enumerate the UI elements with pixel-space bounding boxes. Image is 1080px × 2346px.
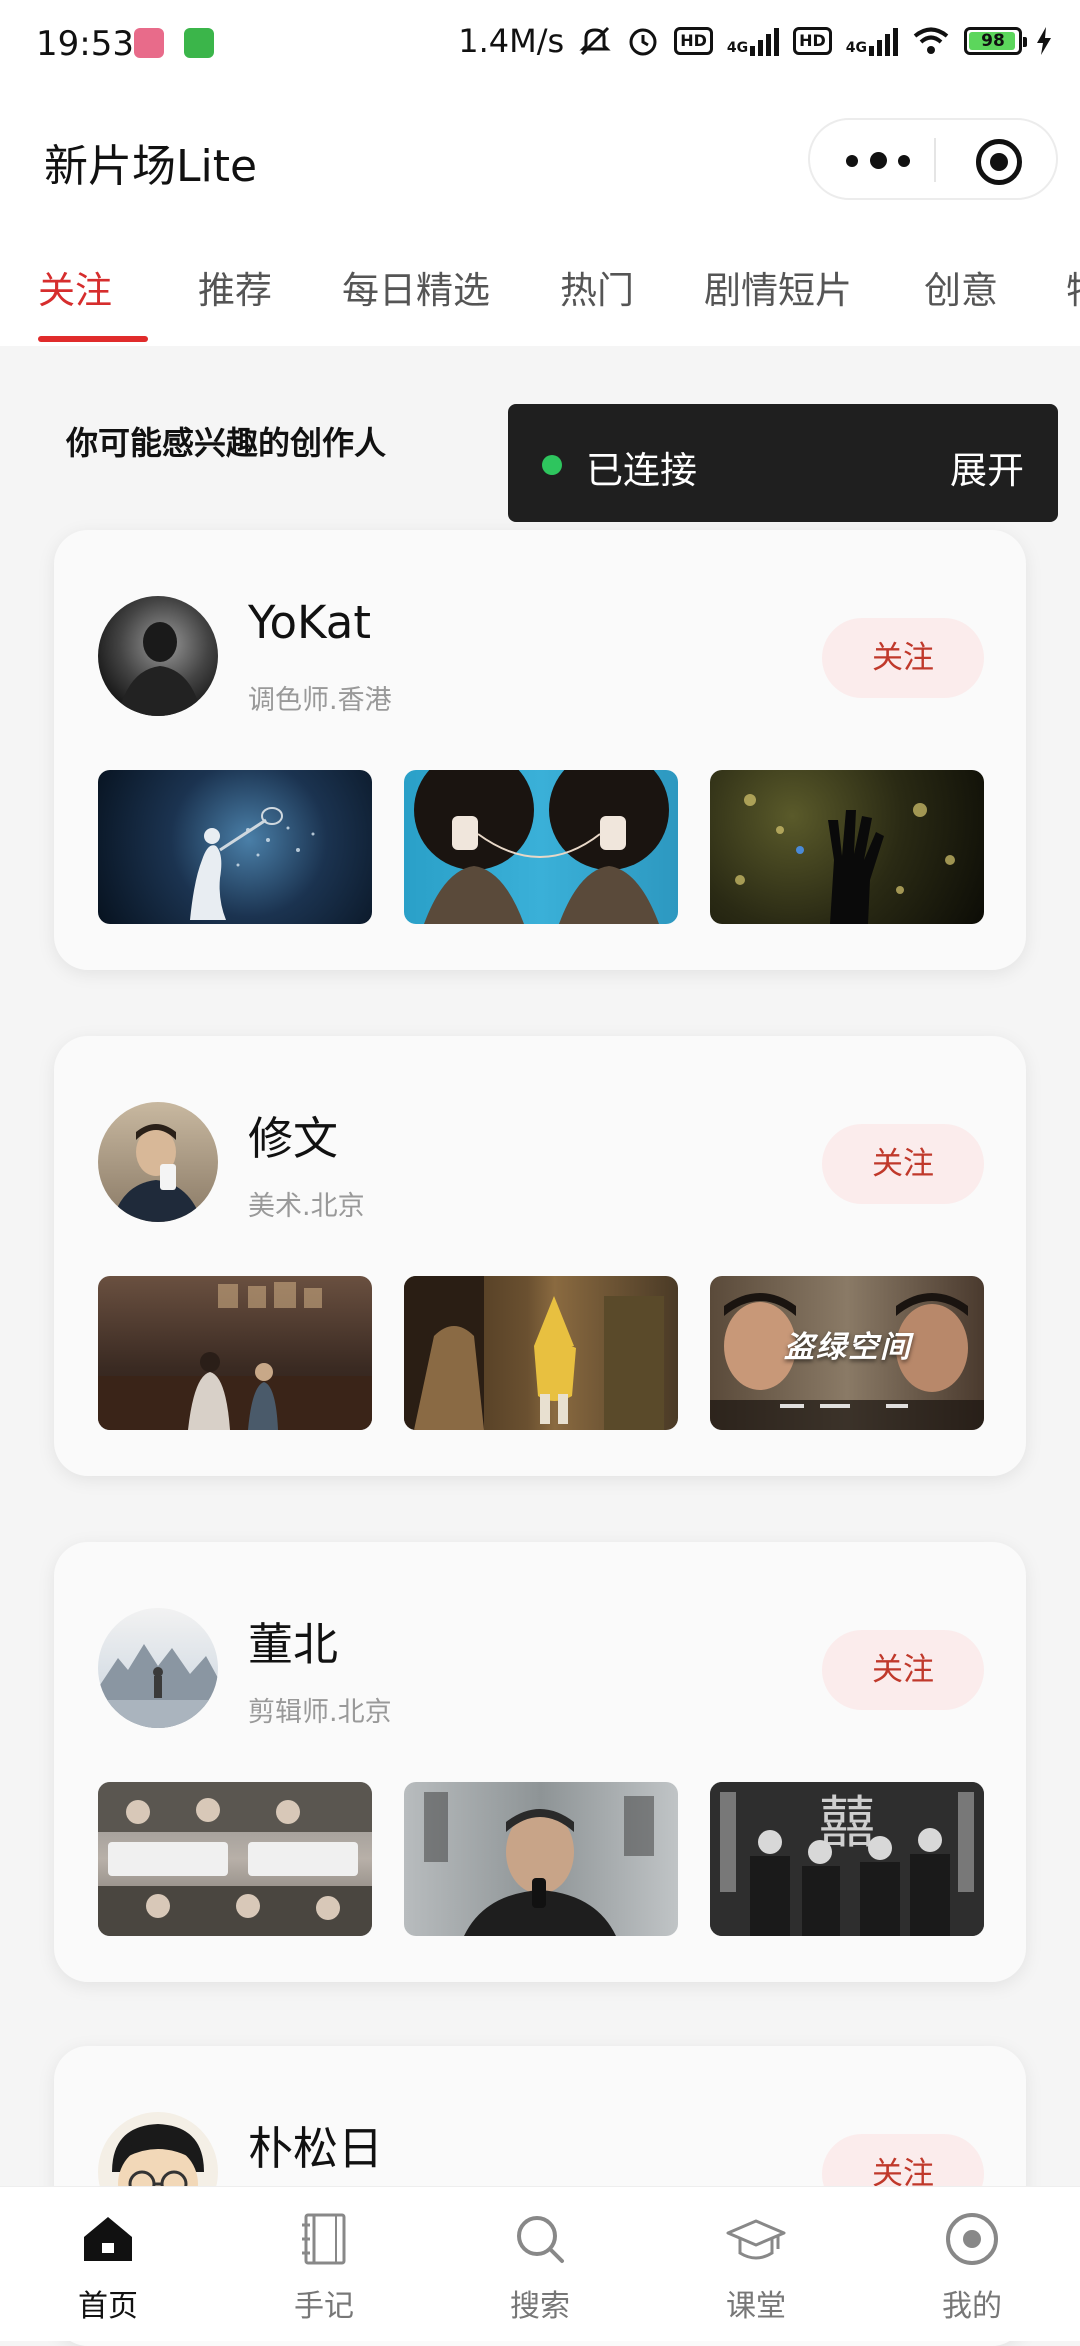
battery-level: 98 [981,31,1005,51]
nav-label: 手记 [294,2289,354,2324]
hd-badge-2: HD [793,27,832,55]
work-thumbnails: 盗绿空间 [98,1276,984,1430]
creator-name[interactable]: 修文 [248,1102,338,1167]
battery-icon: 98 [964,27,1027,55]
category-tabs: 关注 推荐 每日精选 热门 剧情短片 创意 特 [0,230,1080,346]
bottom-navigation: 首页 手记 搜索 课堂 我的 [0,2186,1080,2341]
creator-card[interactable]: 修文 美术.北京 关注 盗绿空间 [54,1036,1026,1476]
video-thumbnail[interactable] [710,770,984,924]
status-bar: 19:53 1.4M/s HD 4G HD 4G 98 [0,0,1080,90]
creator-card[interactable]: 董北 剪辑师.北京 关注 囍 [54,1542,1026,1982]
home-icon [84,2217,132,2261]
tab-creative[interactable]: 创意 [924,260,998,314]
nav-notes[interactable]: 手记 [216,2187,432,2341]
capsule-menu [808,118,1058,200]
nav-label: 我的 [942,2289,1002,2324]
nav-search[interactable]: 搜索 [432,2187,648,2341]
tab-partial[interactable]: 特 [1066,260,1080,314]
nav-label: 搜索 [510,2289,570,2324]
capsule-divider [934,138,936,182]
profile-circle-icon [946,2213,998,2265]
tab-recommend[interactable]: 推荐 [198,260,272,314]
nav-label: 首页 [78,2289,138,2324]
alarm-icon [629,28,657,56]
close-target-icon[interactable] [976,139,1022,185]
creator-name[interactable]: 董北 [248,1608,338,1673]
avatar[interactable] [98,1102,218,1222]
video-thumbnail[interactable]: 囍 [710,1782,984,1936]
notification-android-icon [184,28,214,58]
signal-1: 4G [726,26,780,56]
tab-follow[interactable]: 关注 [38,260,112,314]
video-thumbnail[interactable] [98,770,372,924]
net-type-label: 4G [726,40,749,56]
tab-short-drama[interactable]: 剧情短片 [704,260,852,314]
hd-badge: HD [674,27,713,55]
network-speed: 1.4M/s [458,22,565,60]
connected-status-dot [542,455,562,475]
video-thumbnail[interactable]: 盗绿空间 [710,1276,984,1430]
signal-2: 4G [846,26,898,56]
tab-hot[interactable]: 热门 [560,260,634,314]
section-title: 你可能感兴趣的创作人 [66,424,387,462]
search-icon [517,2216,564,2263]
mini-program-header: 新片场Lite [0,90,1080,230]
nav-profile[interactable]: 我的 [864,2187,1080,2341]
nav-home[interactable]: 首页 [0,2187,216,2341]
work-thumbnails: 囍 [98,1782,984,1936]
connection-toast: 已连接 展开 [508,404,1058,522]
expand-button[interactable]: 展开 [950,440,1024,494]
signal-bars-icon [750,26,780,56]
more-options-icon[interactable] [846,146,936,176]
follow-button[interactable]: 关注 [822,1124,984,1204]
notification-app-icon [134,28,164,58]
net-type-label-2: 4G [845,40,867,56]
tab-daily-picks[interactable]: 每日精选 [342,260,490,314]
creator-name[interactable]: 朴松日 [248,2112,383,2177]
creator-role: 调色师.香港 [248,685,392,716]
follow-button[interactable]: 关注 [822,1630,984,1710]
page-title: 新片场Lite [44,141,258,192]
status-time: 19:53 [36,24,134,64]
notebook-icon [302,2213,346,2265]
status-indicators: 1.4M/s HD 4G HD 4G 98 [458,22,1052,60]
nav-label: 课堂 [726,2289,786,2324]
wifi-icon [913,27,949,54]
nav-classroom[interactable]: 课堂 [648,2187,864,2341]
avatar[interactable] [98,1608,218,1728]
video-thumbnail[interactable] [404,1782,678,1936]
connection-status: 已连接 [586,449,697,492]
creator-name[interactable]: YoKat [248,596,371,649]
work-thumbnails [98,770,984,924]
video-thumbnail[interactable] [98,1276,372,1430]
creator-role: 剪辑师.北京 [248,1697,392,1728]
video-thumbnail[interactable] [98,1782,372,1936]
video-thumbnail[interactable] [404,770,678,924]
creator-role: 美术.北京 [248,1191,365,1222]
active-tab-indicator [38,336,148,342]
signal-bars-icon-2 [869,26,898,56]
creator-card[interactable]: YoKat 调色师.香港 关注 [54,530,1026,970]
graduation-cap-icon [726,2219,786,2260]
mute-icon [579,26,611,56]
charging-icon [1037,27,1051,55]
follow-button[interactable]: 关注 [822,618,984,698]
video-thumbnail[interactable] [404,1276,678,1430]
avatar[interactable] [98,596,218,716]
poster-title: 盗绿空间 [784,1330,912,1365]
